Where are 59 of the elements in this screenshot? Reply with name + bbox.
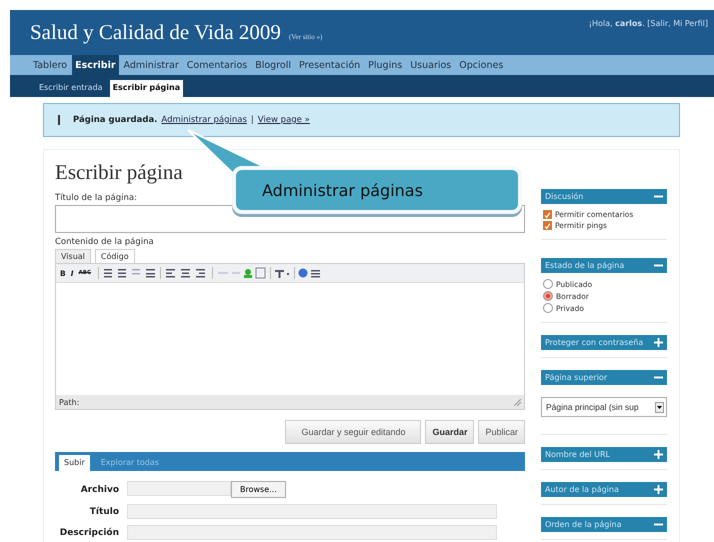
nav-tab[interactable]: Tablero: [30, 55, 70, 75]
action-button[interactable]: Guardar y seguir editando: [285, 420, 422, 444]
user-greeting: ¡Hola, carlos. [Salir, Mi Perfil]: [588, 18, 708, 30]
plus-icon[interactable]: [654, 485, 663, 494]
text-input[interactable]: [127, 525, 497, 540]
panel-title: Página superior: [545, 373, 608, 382]
field-label: Título: [88, 506, 119, 516]
file-input[interactable]: [127, 481, 231, 496]
field-label: Título de la página:: [55, 193, 138, 203]
browse-button[interactable]: Browse...: [231, 481, 286, 498]
text-input[interactable]: [127, 504, 497, 519]
action-button[interactable]: Guardar: [425, 420, 474, 444]
editor-tab[interactable]: Código: [94, 249, 135, 263]
panel-title: Nombre del URL: [545, 450, 610, 459]
parent-page-dropdown[interactable]: Página principal (sin sup: [541, 397, 667, 417]
panel-title: Discusión: [545, 192, 584, 201]
panel-header[interactable]: Orden de la página: [541, 517, 667, 532]
panel-title: Proteger con contraseña: [545, 338, 644, 347]
panel-header[interactable]: Autor de la página: [541, 482, 667, 497]
page-heading: Escribir página: [55, 160, 184, 186]
checkbox[interactable]: [543, 210, 552, 219]
panel-title: Estado de la página: [545, 261, 624, 270]
editor-tab[interactable]: Visual: [55, 249, 91, 263]
panel-header[interactable]: Discusión: [541, 189, 667, 204]
manage-pages-link[interactable]: Administrar páginas: [161, 115, 247, 125]
resize-handle-icon[interactable]: [514, 398, 521, 406]
panel-header[interactable]: Página superior: [541, 370, 667, 385]
checkbox[interactable]: [543, 221, 552, 230]
nav-tab[interactable]: Usuarios: [407, 55, 454, 75]
action-button[interactable]: Publicar: [478, 420, 525, 444]
panel-header[interactable]: Nombre del URL: [541, 447, 667, 462]
panel-title: Orden de la página: [545, 520, 622, 529]
nav-tab[interactable]: Escribir: [72, 55, 119, 75]
nav-tab[interactable]: Plugins: [365, 55, 406, 75]
nav-tab[interactable]: Presentación: [296, 55, 364, 75]
nav-tab[interactable]: Opciones: [456, 55, 506, 75]
sub-nav-tab[interactable]: Escribir página: [110, 80, 184, 97]
plus-icon[interactable]: [654, 450, 663, 459]
field-label: Archivo: [80, 484, 119, 494]
field-label: Contenido de la página: [55, 237, 155, 247]
plus-icon[interactable]: [654, 338, 663, 347]
panel-header[interactable]: Proteger con contraseña: [541, 335, 667, 350]
nav-tab[interactable]: Comentarios: [184, 55, 250, 75]
panel-title: Autor de la página: [545, 485, 619, 494]
field-label: Descripción: [58, 528, 119, 538]
sub-nav-tab[interactable]: Escribir entrada: [36, 80, 106, 97]
notice-message: Página guardada.: [73, 115, 158, 125]
nav-tab[interactable]: Blogroll: [252, 55, 294, 75]
site-title: Salud y Calidad de Vida 2009: [30, 20, 281, 45]
nav-tab[interactable]: Administrar: [120, 55, 182, 75]
view-page-link[interactable]: View page »: [258, 115, 310, 125]
separator: |: [250, 115, 254, 125]
radio-button[interactable]: [543, 279, 553, 289]
upload-tab[interactable]: Subir: [59, 455, 90, 471]
notice-bar-icon: [58, 115, 61, 125]
path-label: Path:: [59, 398, 80, 406]
radio-button[interactable]: [543, 303, 553, 313]
panel-header[interactable]: Estado de la página: [541, 258, 667, 273]
radio-button[interactable]: [543, 291, 553, 301]
